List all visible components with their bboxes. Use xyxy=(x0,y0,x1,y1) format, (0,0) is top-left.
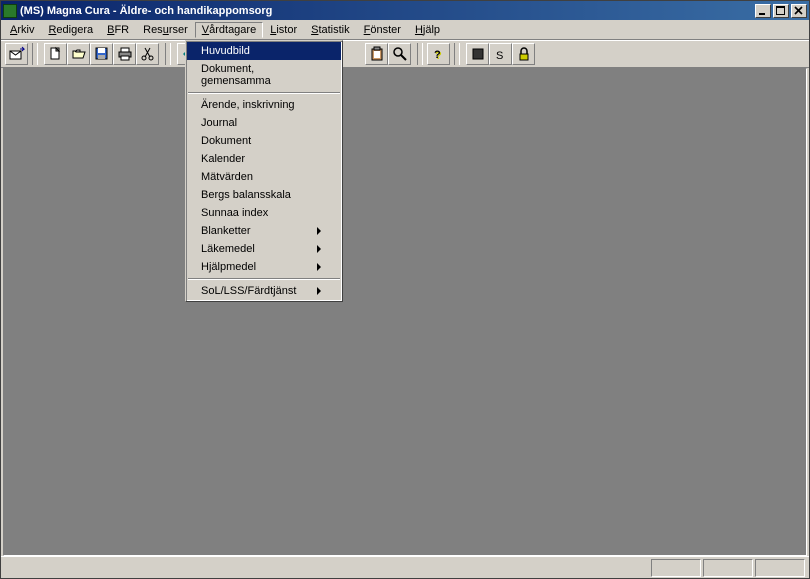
toolbar: ?? S xyxy=(1,40,809,68)
menubar: Arkiv Redigera BFR Resurser Vårdtagare L… xyxy=(1,20,809,40)
submenu-arrow-icon xyxy=(317,245,321,253)
dd-bergs-balansskala[interactable]: Bergs balansskala xyxy=(187,186,341,204)
titlebar: (MS) Magna Cura - Äldre- och handikappom… xyxy=(1,1,809,20)
dropdown-separator xyxy=(188,92,340,94)
dd-arende-inskrivning[interactable]: Ärende, inskrivning xyxy=(187,96,341,114)
menu-vardtagare[interactable]: Vårdtagare xyxy=(195,22,263,38)
dd-matvarden[interactable]: Mätvärden xyxy=(187,168,341,186)
dd-huvudbild[interactable]: Huvudbild xyxy=(187,42,341,60)
dd-dokument[interactable]: Dokument xyxy=(187,132,341,150)
tb-help[interactable]: ?? xyxy=(427,43,450,65)
maximize-button[interactable] xyxy=(773,4,789,18)
app-window: (MS) Magna Cura - Äldre- och handikappom… xyxy=(0,0,810,579)
tb-group-user xyxy=(363,43,413,65)
toolbar-separator xyxy=(165,43,171,65)
svg-text:S: S xyxy=(496,50,503,62)
dropdown-separator xyxy=(188,278,340,280)
dd-lakemedel[interactable]: Läkemedel xyxy=(187,240,341,258)
tb-save[interactable] xyxy=(90,43,113,65)
menu-arkiv[interactable]: Arkiv xyxy=(3,22,41,38)
tb-mail-send[interactable] xyxy=(5,43,28,65)
submenu-arrow-icon xyxy=(317,227,321,235)
tb-open[interactable] xyxy=(67,43,90,65)
toolbar-separator xyxy=(32,43,38,65)
tb-new[interactable] xyxy=(44,43,67,65)
status-pane xyxy=(651,559,701,577)
tb-group-file xyxy=(42,43,161,65)
dd-dokument-gemensamma[interactable]: Dokument, gemensamma xyxy=(187,60,341,90)
menu-bfr[interactable]: BFR xyxy=(100,22,136,38)
toolbar-separator xyxy=(454,43,460,65)
tb-search[interactable] xyxy=(388,43,411,65)
dd-journal[interactable]: Journal xyxy=(187,114,341,132)
menu-hjalp[interactable]: Hjälp xyxy=(408,22,447,38)
statusbar xyxy=(1,556,809,578)
tb-print[interactable] xyxy=(113,43,136,65)
menu-fonster[interactable]: Fönster xyxy=(357,22,408,38)
tb-group-misc: S xyxy=(464,43,537,65)
tb-stop[interactable] xyxy=(466,43,489,65)
tb-cut[interactable] xyxy=(136,43,159,65)
dd-hjalpmedel[interactable]: Hjälpmedel xyxy=(187,258,341,276)
app-icon xyxy=(3,4,17,18)
close-button[interactable] xyxy=(791,4,807,18)
window-buttons xyxy=(755,4,807,18)
dd-sol-lss-fardtjanst[interactable]: SoL/LSS/Färdtjänst xyxy=(187,282,341,300)
dropdown-vardtagare: Huvudbild Dokument, gemensamma Ärende, i… xyxy=(185,40,343,302)
submenu-arrow-icon xyxy=(317,287,321,295)
submenu-arrow-icon xyxy=(317,263,321,271)
toolbar-separator xyxy=(417,43,423,65)
status-pane xyxy=(703,559,753,577)
tb-text-s[interactable]: S xyxy=(489,43,512,65)
dd-blanketter[interactable]: Blanketter xyxy=(187,222,341,240)
status-pane xyxy=(755,559,805,577)
menu-statistik[interactable]: Statistik xyxy=(304,22,357,38)
workspace xyxy=(3,68,807,556)
titlebar-text: (MS) Magna Cura - Äldre- och handikappom… xyxy=(20,5,755,17)
minimize-button[interactable] xyxy=(755,4,771,18)
menu-redigera[interactable]: Redigera xyxy=(41,22,100,38)
svg-text:?: ? xyxy=(434,49,441,61)
tb-clipboard[interactable] xyxy=(365,43,388,65)
dd-sunnaa-index[interactable]: Sunnaa index xyxy=(187,204,341,222)
tb-lock[interactable] xyxy=(512,43,535,65)
menu-resurser[interactable]: Resurser xyxy=(136,22,195,38)
dd-kalender[interactable]: Kalender xyxy=(187,150,341,168)
menu-listor[interactable]: Listor xyxy=(263,22,304,38)
